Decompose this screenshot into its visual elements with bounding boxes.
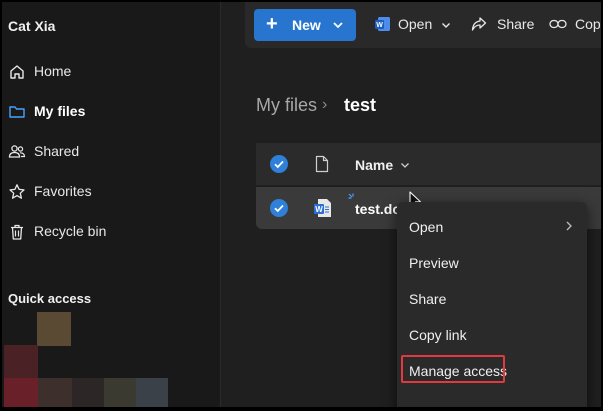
menu-item-label: Share <box>409 291 447 307</box>
sidebar-item-my-files[interactable]: My files <box>2 94 220 128</box>
home-icon <box>10 65 24 79</box>
copy-link-button[interactable]: Cop <box>549 14 601 36</box>
user-name: Cat Xia <box>8 18 56 34</box>
highlight-box <box>401 355 505 383</box>
word-document-icon: W <box>314 199 331 217</box>
new-button[interactable]: + New <box>254 9 356 41</box>
select-all-checkbox[interactable] <box>270 155 288 173</box>
checkmark-icon <box>274 160 284 169</box>
new-button-label: New <box>292 17 321 33</box>
app-window: Cat Xia Home My files Shared Favorites R… <box>2 2 601 407</box>
quick-access-title: Quick access <box>8 291 92 306</box>
row-checkbox[interactable] <box>270 199 288 217</box>
share-icon <box>471 17 487 31</box>
command-bar: + New W Open Share Cop <box>245 2 601 48</box>
open-button[interactable]: W Open <box>375 14 455 36</box>
quick-access-thumbnail[interactable] <box>4 378 38 407</box>
menu-item-label: Copy link <box>409 327 467 343</box>
sidebar-item-label: Shared <box>34 143 80 159</box>
checkmark-icon <box>274 204 284 213</box>
breadcrumb-my-files[interactable]: My files <box>256 95 317 116</box>
star-icon <box>9 184 25 199</box>
share-button-label: Share <box>497 16 535 32</box>
menu-item-share[interactable]: Share <box>397 282 587 314</box>
trash-icon <box>11 224 23 240</box>
breadcrumb-current: test <box>344 95 377 115</box>
menu-item-label: Preview <box>409 255 459 271</box>
quick-access-thumbnail[interactable] <box>4 345 38 379</box>
menu-item-label: Open <box>409 219 444 235</box>
sidebar-item-label: Recycle bin <box>34 223 107 239</box>
people-icon <box>8 145 26 158</box>
sidebar-item-home[interactable]: Home <box>2 54 220 88</box>
quick-access-thumbnail[interactable] <box>104 378 136 407</box>
sidebar-item-label: My files <box>34 103 86 119</box>
sidebar-item-label: Home <box>34 63 72 79</box>
file-type-icon <box>315 155 329 173</box>
link-icon <box>549 19 567 29</box>
new-file-sparkle-icon <box>348 193 354 199</box>
menu-item-open[interactable]: Open <box>397 210 587 242</box>
quick-access-thumbnail[interactable] <box>136 378 168 407</box>
sidebar-item-shared[interactable]: Shared <box>2 134 220 168</box>
sidebar-item-favorites[interactable]: Favorites <box>2 174 220 208</box>
breadcrumb-separator-icon: › <box>322 96 328 113</box>
folder-icon <box>9 106 25 118</box>
file-name[interactable]: test.do <box>355 201 401 217</box>
column-name-header[interactable]: Name <box>355 157 393 173</box>
context-menu: Open Preview Share Copy link Manage acce… <box>397 202 587 407</box>
copy-link-button-label: Cop <box>575 16 601 32</box>
chevron-down-icon <box>442 23 450 28</box>
sidebar-item-label: Favorites <box>34 183 92 199</box>
menu-item-copy-link[interactable]: Copy link <box>397 318 587 350</box>
quick-access-thumbnail[interactable] <box>38 378 72 407</box>
menu-item-preview[interactable]: Preview <box>397 246 587 278</box>
table-header: Name <box>256 143 601 185</box>
chevron-right-icon <box>566 221 572 231</box>
chevron-down-icon[interactable] <box>400 160 410 170</box>
open-button-label: Open <box>398 16 433 32</box>
sidebar-item-recycle-bin[interactable]: Recycle bin <box>2 214 220 248</box>
main-content: + New W Open Share Cop My files › test N… <box>221 2 601 407</box>
quick-access-thumbnail[interactable] <box>72 378 104 407</box>
sidebar: Cat Xia Home My files Shared Favorites R… <box>2 2 221 407</box>
quick-access-thumbnail[interactable] <box>37 312 71 346</box>
word-icon: W <box>375 17 390 31</box>
share-button[interactable]: Share <box>471 14 541 36</box>
plus-icon: + <box>266 13 278 35</box>
chevron-down-icon <box>333 22 343 29</box>
svg-text:W: W <box>315 205 323 214</box>
svg-text:W: W <box>376 22 383 29</box>
